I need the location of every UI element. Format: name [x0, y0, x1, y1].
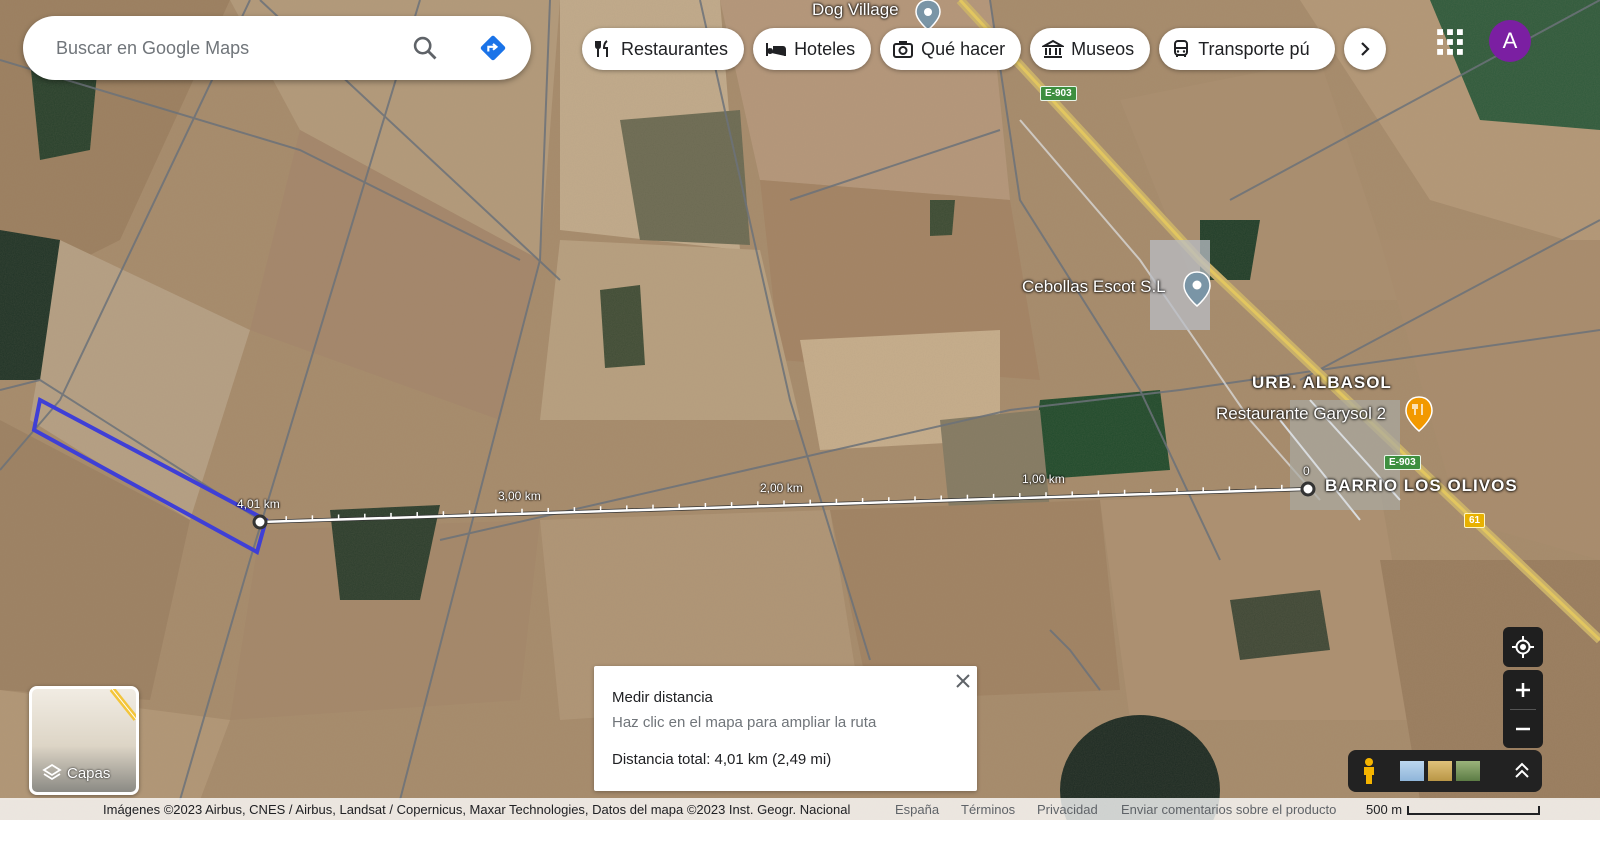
- search-icon[interactable]: [411, 34, 439, 62]
- zoom-in-icon[interactable]: [1503, 671, 1543, 709]
- tick-label-end: 4,01 km: [237, 497, 280, 511]
- directions-icon[interactable]: [479, 34, 507, 62]
- country-link[interactable]: España: [895, 802, 939, 817]
- chip-transporte[interactable]: Transporte pú: [1159, 28, 1336, 70]
- road-shield-e903-right: E-903: [1384, 455, 1421, 470]
- label-cebollas[interactable]: Cebollas Escot S.L: [1022, 277, 1166, 297]
- label-dog-village[interactable]: Dog Village: [812, 0, 899, 20]
- zoom-controls: [1503, 670, 1543, 748]
- imagery-thumbnail-1[interactable]: [1400, 761, 1424, 781]
- chip-label: Hoteles: [794, 38, 856, 59]
- feedback-link[interactable]: Enviar comentarios sobre el producto: [1121, 802, 1336, 817]
- measure-distance-panel: Medir distancia Haz clic en el mapa para…: [594, 666, 977, 791]
- layers-icon: [42, 763, 62, 781]
- account-avatar[interactable]: A: [1489, 20, 1531, 62]
- apps-grid-icon[interactable]: [1436, 28, 1464, 56]
- fork-knife-icon: [595, 40, 608, 57]
- chip-label: Qué hacer: [921, 38, 1006, 59]
- label-restaurante[interactable]: Restaurante Garysol 2: [1216, 404, 1386, 424]
- label-barrio-los-olivos: BARRIO LOS OLIVOS: [1325, 476, 1518, 495]
- chip-hoteles[interactable]: Hoteles: [753, 28, 872, 70]
- layers-button[interactable]: Capas: [29, 686, 139, 795]
- pegman-icon[interactable]: [1358, 757, 1380, 785]
- chip-label: Museos: [1071, 38, 1135, 59]
- category-chips: Restaurantes Hoteles Qué hacer Museos Tr…: [582, 28, 1336, 70]
- museum-icon: [1042, 39, 1065, 58]
- my-location-button[interactable]: [1503, 627, 1543, 667]
- chips-next-button[interactable]: [1344, 28, 1386, 70]
- tick-label-1km: 1,00 km: [1022, 472, 1065, 486]
- crosshair-icon: [1512, 636, 1534, 658]
- chevron-right-icon: [1361, 42, 1370, 56]
- camera-icon: [893, 41, 914, 58]
- bus-icon: [1174, 40, 1189, 57]
- measure-start-point[interactable]: [1300, 481, 1316, 497]
- map-footer: Imágenes ©2023 Airbus, CNES / Airbus, La…: [0, 798, 1600, 820]
- close-icon[interactable]: [954, 672, 972, 690]
- imagery-thumbnail-2[interactable]: [1428, 761, 1452, 781]
- layers-label: Capas: [67, 764, 111, 782]
- chip-label: Transporte pú: [1198, 38, 1310, 59]
- street-view-bar: [1348, 750, 1542, 792]
- label-urb-albasol: URB. ALBASOL: [1252, 373, 1392, 392]
- chip-que-hacer[interactable]: Qué hacer: [880, 28, 1022, 70]
- tick-label-3km: 3,00 km: [498, 489, 541, 503]
- imagery-thumbnail-3[interactable]: [1456, 761, 1480, 781]
- zoom-out-icon[interactable]: [1503, 710, 1543, 748]
- scale-bar: [1407, 806, 1540, 815]
- scale-label[interactable]: 500 m: [1366, 802, 1402, 817]
- chip-restaurantes[interactable]: Restaurantes: [582, 28, 745, 70]
- measure-end-point[interactable]: [252, 514, 268, 530]
- road-shield-e903-top: E-903: [1040, 86, 1077, 101]
- bed-icon: [766, 43, 787, 56]
- measure-total: Distancia total: 4,01 km (2,49 mi): [612, 751, 832, 768]
- measure-title: Medir distancia: [612, 689, 713, 706]
- chip-label: Restaurantes: [621, 38, 729, 59]
- privacy-link[interactable]: Privacidad: [1037, 802, 1098, 817]
- tick-label-2km: 2,00 km: [760, 481, 803, 495]
- page-bottom-strip: [0, 820, 1600, 843]
- road-shield-61: 61: [1464, 513, 1486, 528]
- search-input[interactable]: [54, 36, 388, 60]
- search-box[interactable]: [23, 16, 531, 80]
- measure-hint: Haz clic en el mapa para ampliar la ruta: [612, 714, 877, 731]
- tick-label-0: 0: [1303, 464, 1310, 478]
- attribution-text: Imágenes ©2023 Airbus, CNES / Airbus, La…: [103, 802, 851, 817]
- expand-up-icon[interactable]: [1514, 762, 1530, 780]
- chip-museos[interactable]: Museos: [1030, 28, 1151, 70]
- terms-link[interactable]: Términos: [961, 802, 1015, 817]
